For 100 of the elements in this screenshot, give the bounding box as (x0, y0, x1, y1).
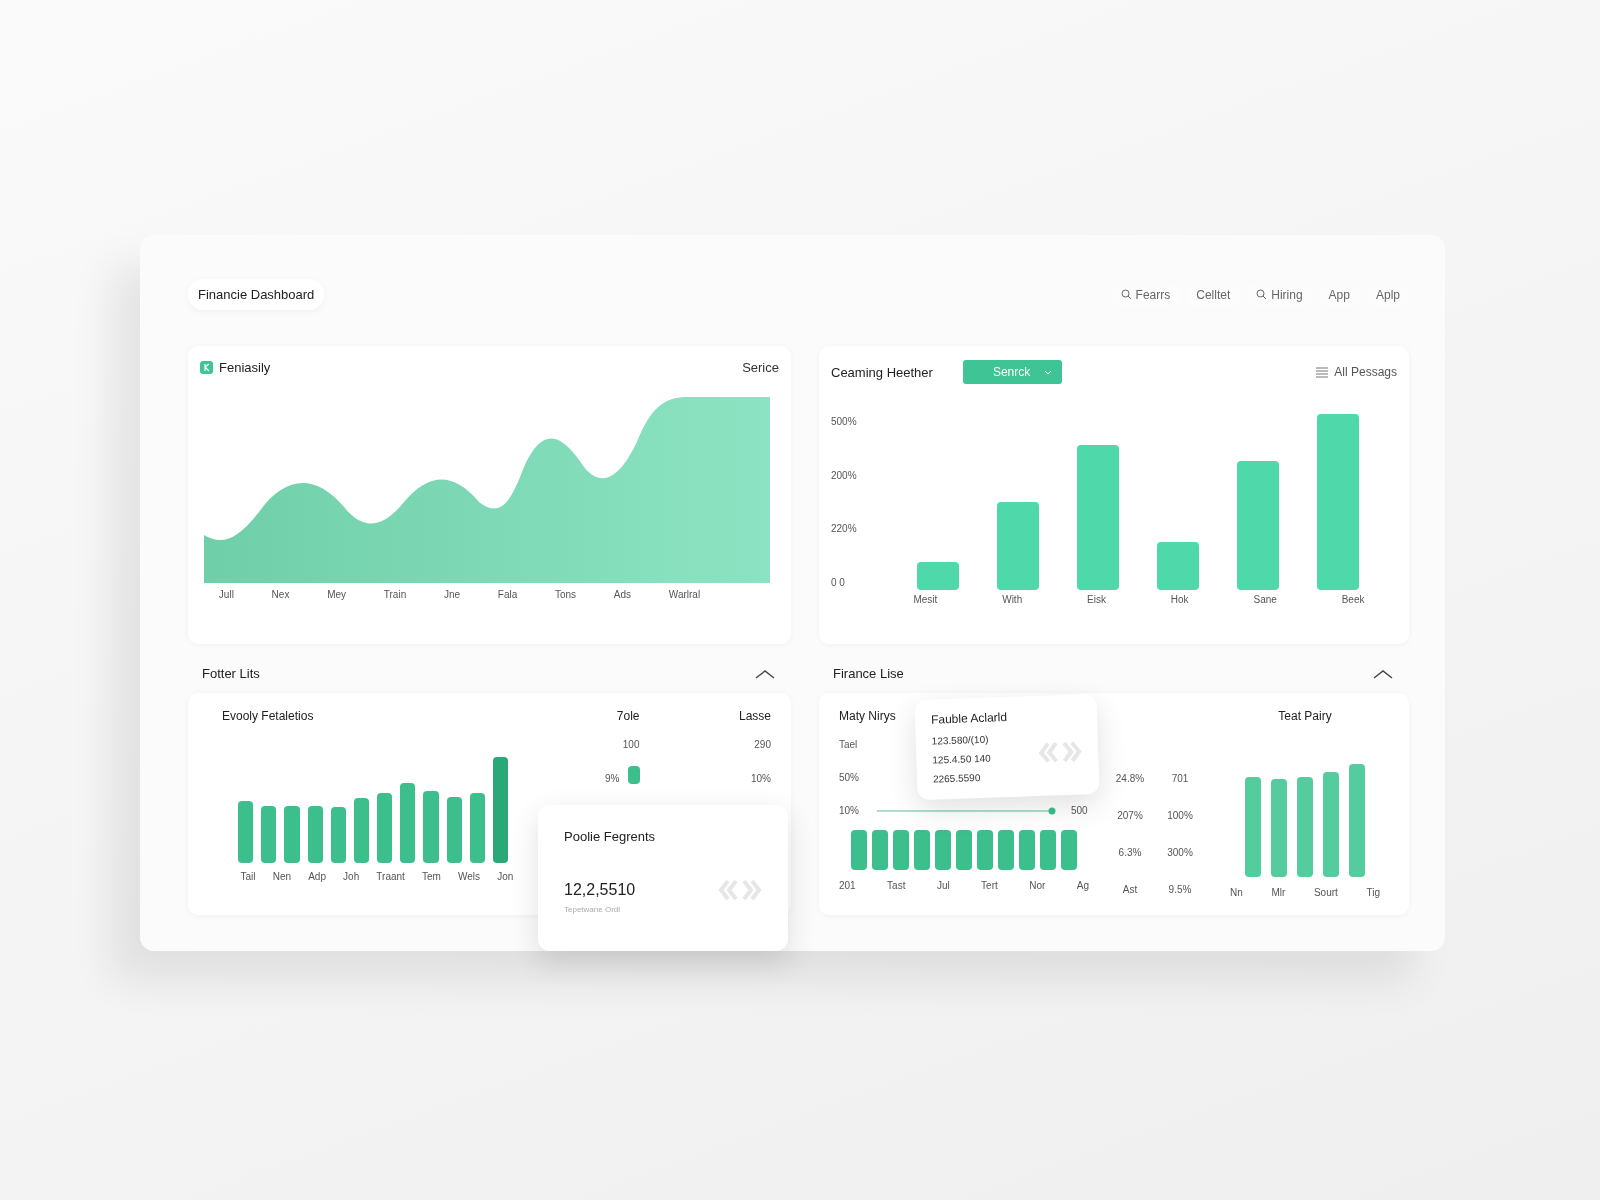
search-icon (1120, 289, 1132, 300)
table-cell-text: 207% (1116, 810, 1144, 821)
bar (1061, 830, 1077, 870)
value-label: 500 (1071, 805, 1088, 816)
app-icon (200, 361, 213, 374)
panel-title: Ceaming Heether (831, 364, 933, 380)
bar (1019, 830, 1035, 870)
filter-link[interactable]: All Pessags (1334, 365, 1397, 379)
table-cell: 290 (754, 739, 771, 750)
axis-label: Tem (422, 871, 441, 882)
popup-line: 125.4.50 140 (932, 752, 991, 766)
popup-value: 12,2,5510 (564, 881, 636, 899)
axis-label: Ads (613, 589, 632, 600)
panel-title: Feniasily (219, 360, 271, 375)
bar (1156, 542, 1199, 590)
axis-label: Tael (839, 739, 859, 750)
bar (893, 830, 909, 870)
axis-label: Tig (1366, 887, 1380, 898)
bar (307, 806, 323, 863)
bar (914, 830, 930, 870)
table-cell-text: 300% (1166, 847, 1194, 858)
axis-label: Eisk (1087, 594, 1106, 605)
axis-label: Nex (271, 589, 290, 600)
bar (627, 766, 640, 784)
panel-link[interactable]: Serice (742, 360, 779, 375)
axis-label: Nen (272, 871, 292, 882)
bar (353, 798, 370, 863)
bar (238, 801, 254, 863)
bar (469, 793, 485, 863)
section-title: Fotter Lits (202, 666, 260, 681)
table-cell-text: 9.5% (1167, 884, 1193, 895)
bar (872, 830, 888, 870)
list-icon (1316, 366, 1329, 378)
popup-line: 2265.5590 (932, 771, 982, 785)
chevron-down-icon (1044, 369, 1053, 375)
axis-label: Wels (458, 871, 481, 882)
axis-label: Tons (555, 589, 577, 600)
axis-label: Jul (936, 880, 950, 891)
popup-line: 123.580/(10) (931, 733, 990, 747)
bar (916, 562, 959, 590)
arrows-icon (718, 879, 762, 901)
axis-label: Warlral (668, 589, 701, 600)
bar (851, 830, 867, 870)
axis-label: Tail (240, 871, 256, 882)
axis-label: Nn (1230, 887, 1243, 898)
axis-label: Sane (1253, 594, 1277, 605)
axis-label: Mey (327, 589, 347, 600)
bar (423, 791, 439, 863)
chevron-up-icon (1373, 668, 1393, 679)
axis-label: Hok (1170, 594, 1189, 605)
axis-label: Traant (376, 871, 405, 882)
axis-label: 0 0 (831, 576, 846, 588)
bar (377, 793, 393, 863)
popup-title: Fauble Aclarld (930, 710, 1008, 727)
bar (977, 830, 993, 870)
column-header: 7ole (615, 709, 640, 723)
bar (998, 830, 1014, 870)
axis-label: Beek (1341, 594, 1365, 605)
bar (261, 806, 277, 863)
axis-label: Sourt (1313, 887, 1338, 898)
table-cell-text: 701 (1170, 773, 1190, 784)
axis-label: Jne (443, 589, 461, 600)
chart-title: Evooly Fetaletios (222, 709, 314, 723)
dashboard-title: Financie Dashboard (188, 279, 325, 310)
axis-label: Fala (497, 589, 518, 600)
axis-label: Nor (1029, 880, 1046, 891)
table-cell-text: 24.8% (1114, 773, 1146, 784)
table-cell: 10% (751, 773, 771, 784)
column-header: Lasse (737, 709, 771, 723)
axis-label: Tast (887, 880, 906, 891)
search-icon (1256, 289, 1268, 300)
table-cell-text: 100% (1166, 810, 1194, 821)
bar (446, 797, 462, 863)
axis-label: 50% (839, 772, 860, 783)
table-cell-text: 6.3% (1117, 847, 1143, 858)
axis-label: Adp (308, 871, 326, 882)
axis-label: Mlr (1271, 887, 1286, 898)
axis-label: Joh (343, 871, 360, 882)
axis-label: Jon (497, 871, 514, 882)
chart-title: Teat Pairy (1278, 709, 1332, 723)
axis-label: 201 (839, 880, 856, 891)
arrows-icon (1037, 739, 1083, 764)
bar (330, 807, 346, 863)
table-cell-text: Ast (1121, 884, 1139, 895)
popup-caption: Tepetwane Ordl (564, 905, 622, 914)
popup-title: Poolie Fegrents (564, 829, 656, 844)
bar (284, 806, 300, 863)
bar (1040, 830, 1056, 870)
axis-label: 200% (831, 469, 857, 481)
axis-label: Jull (218, 589, 234, 600)
chart-title: Maty Nirys (839, 709, 896, 723)
axis-label: Ag (1076, 880, 1089, 891)
table-cell: 9% (605, 773, 620, 784)
table-cell: 100 (622, 739, 640, 750)
axis-label: 500% (831, 416, 857, 427)
axis-label: With (1002, 594, 1023, 605)
bar (935, 830, 951, 870)
axis-label: Tert (981, 880, 998, 891)
axis-label: 220% (831, 523, 857, 535)
axis-label: Mesit (913, 594, 938, 605)
